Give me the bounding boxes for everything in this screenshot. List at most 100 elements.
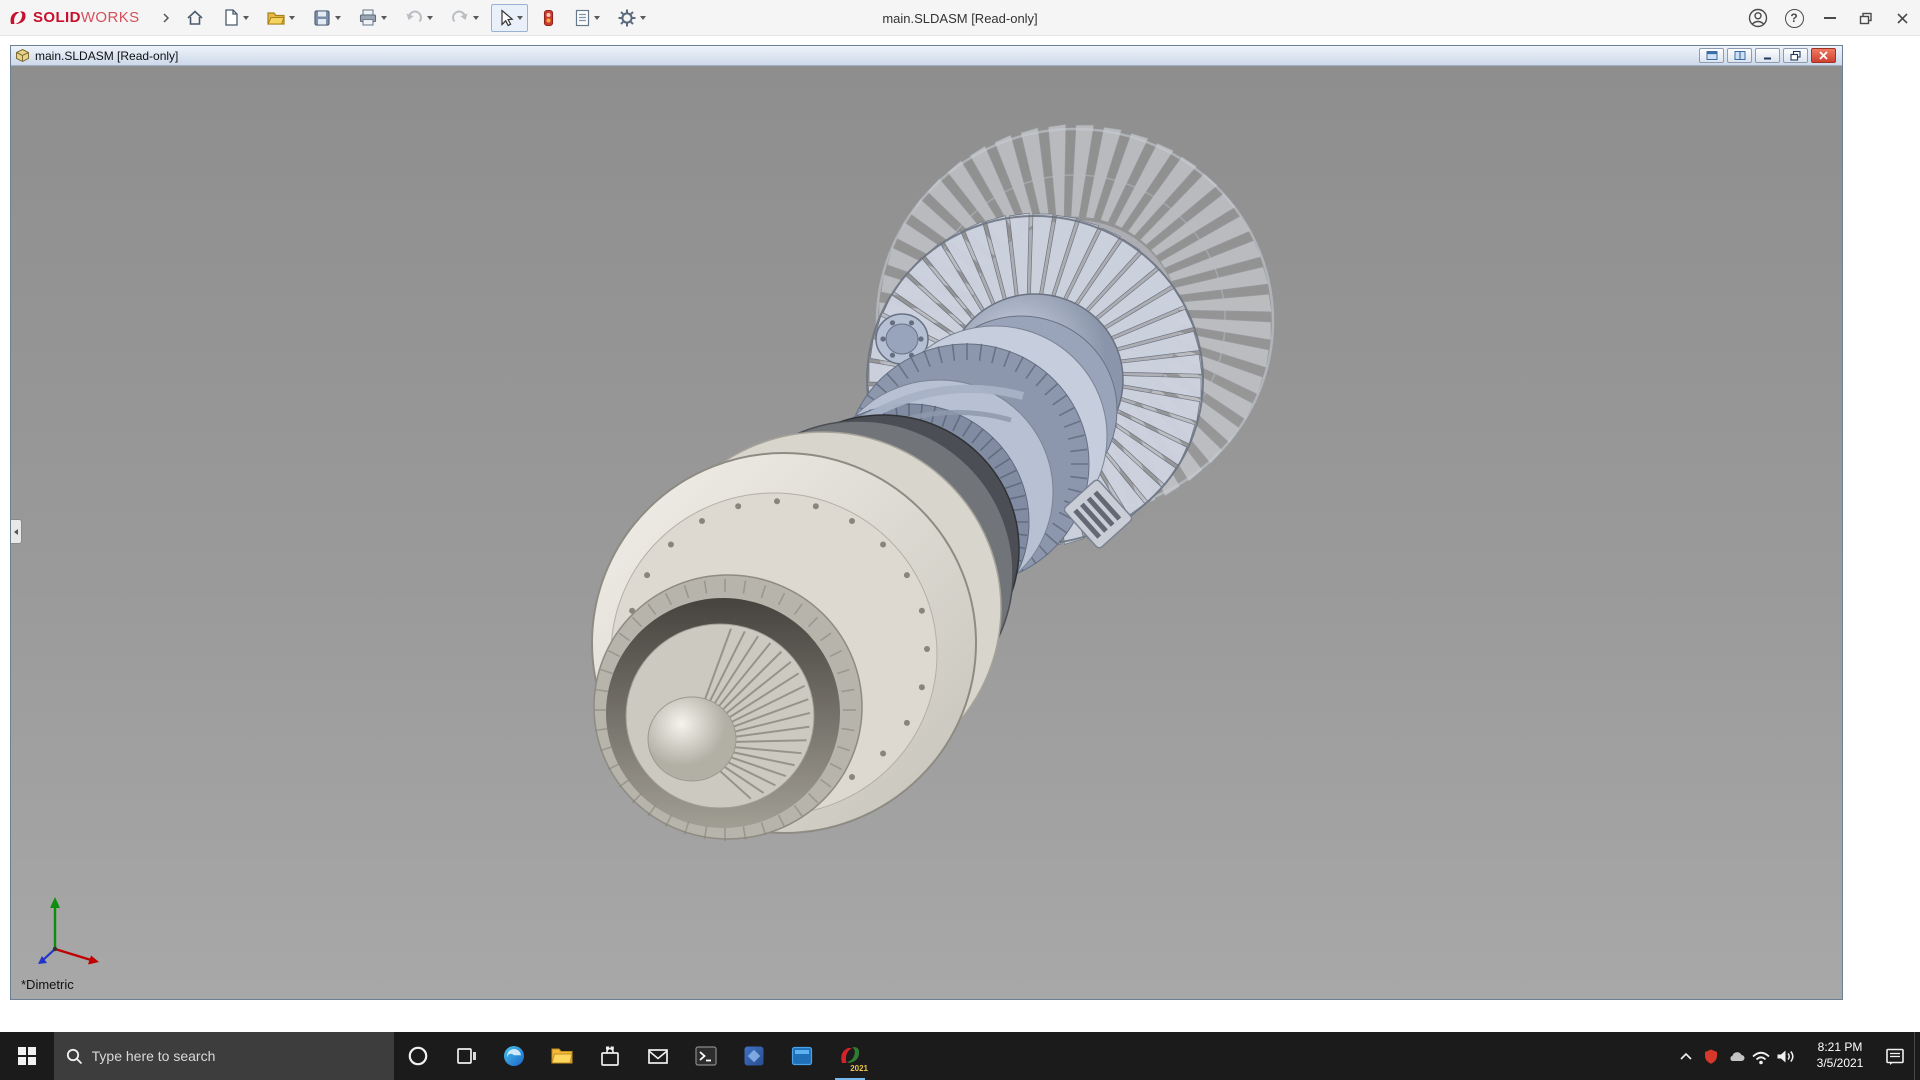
options-gear-icon (617, 8, 637, 28)
tray-chevron-icon (1678, 1050, 1694, 1062)
onedrive-tray-button[interactable] (1723, 1032, 1748, 1080)
taskbar: 2021 (0, 1032, 1920, 1080)
solidworks-taskbar-button[interactable]: 2021 (826, 1032, 874, 1080)
window-pane-button[interactable] (1699, 48, 1724, 63)
chevron-down-icon[interactable] (243, 16, 249, 20)
doc-minimize-button[interactable] (1755, 48, 1780, 63)
chevron-down-icon[interactable] (594, 16, 600, 20)
toolbar-flyout-arrow-icon[interactable] (162, 12, 170, 24)
chevron-down-icon[interactable] (640, 16, 646, 20)
chevron-down-icon[interactable] (473, 16, 479, 20)
options-button[interactable] (612, 4, 651, 32)
start-icon (18, 1047, 36, 1065)
print-icon (358, 8, 378, 28)
home-button[interactable] (180, 4, 210, 32)
open-folder-icon (266, 8, 286, 28)
print-button[interactable] (353, 4, 392, 32)
window-split-button[interactable] (1727, 48, 1752, 63)
file-properties-button[interactable] (568, 4, 605, 32)
select-button[interactable] (491, 4, 528, 32)
wifi-icon (1750, 1048, 1772, 1065)
action-center-button[interactable] (1876, 1032, 1914, 1080)
new-document-icon (222, 8, 240, 28)
tray-expand-button[interactable] (1673, 1032, 1698, 1080)
app-window-title: main.SLDASM [Read-only] (882, 0, 1037, 36)
edge-button[interactable] (490, 1032, 538, 1080)
chevron-down-icon[interactable] (427, 16, 433, 20)
terminal-icon (694, 1044, 718, 1068)
movies-tv-icon (790, 1044, 814, 1068)
featuremanager-collapse-tab[interactable] (11, 519, 22, 544)
rebuild-icon (540, 8, 556, 28)
redo-button[interactable] (445, 5, 484, 31)
brand-text: SOLIDWORKS (33, 9, 140, 26)
taskbar-clock[interactable]: 8:21 PM 3/5/2021 (1808, 1040, 1872, 1071)
antivirus-tray-button[interactable] (1698, 1032, 1723, 1080)
chevron-down-icon[interactable] (381, 16, 387, 20)
network-tray-button[interactable] (1748, 1032, 1773, 1080)
store-button[interactable] (586, 1032, 634, 1080)
edge-icon (502, 1044, 526, 1068)
minimize-icon (1762, 50, 1774, 61)
minimize-button[interactable] (1812, 0, 1848, 36)
close-icon (1818, 50, 1829, 61)
document-titlebar[interactable]: main.SLDASM [Read-only] (11, 46, 1842, 66)
cortana-button[interactable] (394, 1032, 442, 1080)
view-orientation-label: *Dimetric (21, 977, 74, 992)
file-properties-icon (573, 8, 591, 28)
help-icon: ? (1785, 9, 1804, 28)
search-input[interactable] (92, 1048, 382, 1064)
file-explorer-button[interactable] (538, 1032, 586, 1080)
chevron-down-icon[interactable] (289, 16, 295, 20)
close-button[interactable] (1884, 0, 1920, 36)
photos-icon (742, 1044, 766, 1068)
minimize-icon (1824, 17, 1836, 19)
volume-tray-button[interactable] (1773, 1032, 1798, 1080)
undo-icon (404, 9, 424, 27)
new-document-button[interactable] (217, 4, 254, 32)
account-icon (1748, 8, 1768, 28)
movies-tv-button[interactable] (778, 1032, 826, 1080)
graphics-viewport[interactable]: *Dimetric (11, 66, 1842, 999)
rebuild-button[interactable] (535, 4, 561, 32)
clock-date: 3/5/2021 (1808, 1056, 1872, 1072)
undo-button[interactable] (399, 5, 438, 31)
assembly-document-icon (15, 48, 30, 63)
photos-button[interactable] (730, 1032, 778, 1080)
jet-engine-model (11, 66, 1842, 999)
chevron-down-icon[interactable] (335, 16, 341, 20)
doc-restore-button[interactable] (1783, 48, 1808, 63)
mail-icon (646, 1045, 670, 1067)
cortana-icon (407, 1045, 429, 1067)
task-view-button[interactable] (442, 1032, 490, 1080)
terminal-button[interactable] (682, 1032, 730, 1080)
clock-time: 8:21 PM (1808, 1040, 1872, 1056)
chevron-down-icon[interactable] (517, 16, 523, 20)
document-title: main.SLDASM [Read-only] (35, 49, 178, 63)
redo-icon (450, 9, 470, 27)
file-explorer-icon (550, 1045, 574, 1067)
restore-button[interactable] (1848, 0, 1884, 36)
select-cursor-icon (496, 8, 514, 28)
solidworks-logo: SOLIDWORKS (0, 9, 148, 27)
show-desktop-button[interactable] (1914, 1032, 1920, 1080)
save-button[interactable] (307, 4, 346, 32)
doc-close-button[interactable] (1811, 48, 1836, 63)
screen: SOLIDWORKS (0, 0, 1920, 1080)
close-icon (1896, 12, 1909, 25)
document-window: main.SLDASM [Read-only] (10, 45, 1843, 1000)
system-tray: 8:21 PM 3/5/2021 (1673, 1032, 1920, 1080)
task-view-icon (455, 1045, 477, 1067)
app-window-controls: ? (1740, 0, 1920, 36)
orientation-triad[interactable] (27, 891, 111, 969)
help-button[interactable]: ? (1776, 0, 1812, 36)
taskbar-search[interactable] (54, 1032, 394, 1080)
home-icon (185, 8, 205, 28)
start-button[interactable] (0, 1032, 54, 1080)
onedrive-icon (1726, 1048, 1746, 1064)
open-button[interactable] (261, 4, 300, 32)
store-icon (598, 1044, 622, 1068)
mail-button[interactable] (634, 1032, 682, 1080)
account-button[interactable] (1740, 0, 1776, 36)
chevron-left-icon (14, 529, 18, 535)
